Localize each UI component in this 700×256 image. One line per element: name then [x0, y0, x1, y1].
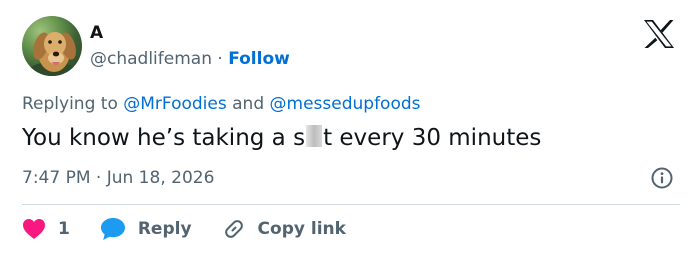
reply-button[interactable]: Reply: [100, 217, 192, 241]
tweet-text-start: You know he’s taking a s: [22, 125, 306, 151]
like-button[interactable]: 1: [22, 218, 70, 240]
mention-mrfoodies[interactable]: @MrFoodies: [123, 94, 226, 114]
timestamp[interactable]: 7:47 PM · Jun 18, 2026: [22, 166, 214, 190]
censor-block: [306, 125, 323, 147]
mentions-joiner: and: [232, 94, 265, 114]
speech-bubble-icon: [100, 218, 125, 240]
copy-link-button[interactable]: Copy link: [222, 217, 346, 241]
tweet-date[interactable]: Jun 18, 2026: [107, 168, 215, 188]
dog-photo: [26, 32, 78, 76]
follow-button[interactable]: Follow: [228, 49, 290, 69]
action-bar: 1 Reply Copy link: [22, 215, 346, 243]
tweet-time[interactable]: 7:47 PM: [22, 168, 91, 188]
info-icon[interactable]: [651, 167, 673, 189]
like-count: 1: [58, 219, 70, 239]
handle-separator: ·: [217, 49, 223, 69]
link-icon: [224, 220, 243, 238]
heart-icon: [23, 219, 45, 239]
time-separator: ·: [95, 168, 102, 188]
tweet-text-end: t every 30 minutes: [323, 125, 542, 151]
x-logo-icon[interactable]: [643, 20, 675, 48]
tweet-text: You know he’s taking a s t every 30 minut…: [22, 122, 541, 154]
mention-messedupfoods[interactable]: @messedupfoods: [270, 94, 421, 114]
author-line: @chadlifeman · Follow: [90, 47, 290, 71]
author-handle[interactable]: @chadlifeman: [90, 49, 212, 69]
divider: [22, 204, 680, 205]
replying-to-label: Replying to: [22, 94, 118, 114]
avatar[interactable]: [22, 16, 82, 76]
copy-link-label: Copy link: [257, 219, 346, 239]
replying-to-line: Replying to @MrFoodies and @messedupfood…: [22, 92, 421, 116]
author-name[interactable]: A: [90, 22, 103, 44]
reply-label: Reply: [137, 219, 192, 239]
